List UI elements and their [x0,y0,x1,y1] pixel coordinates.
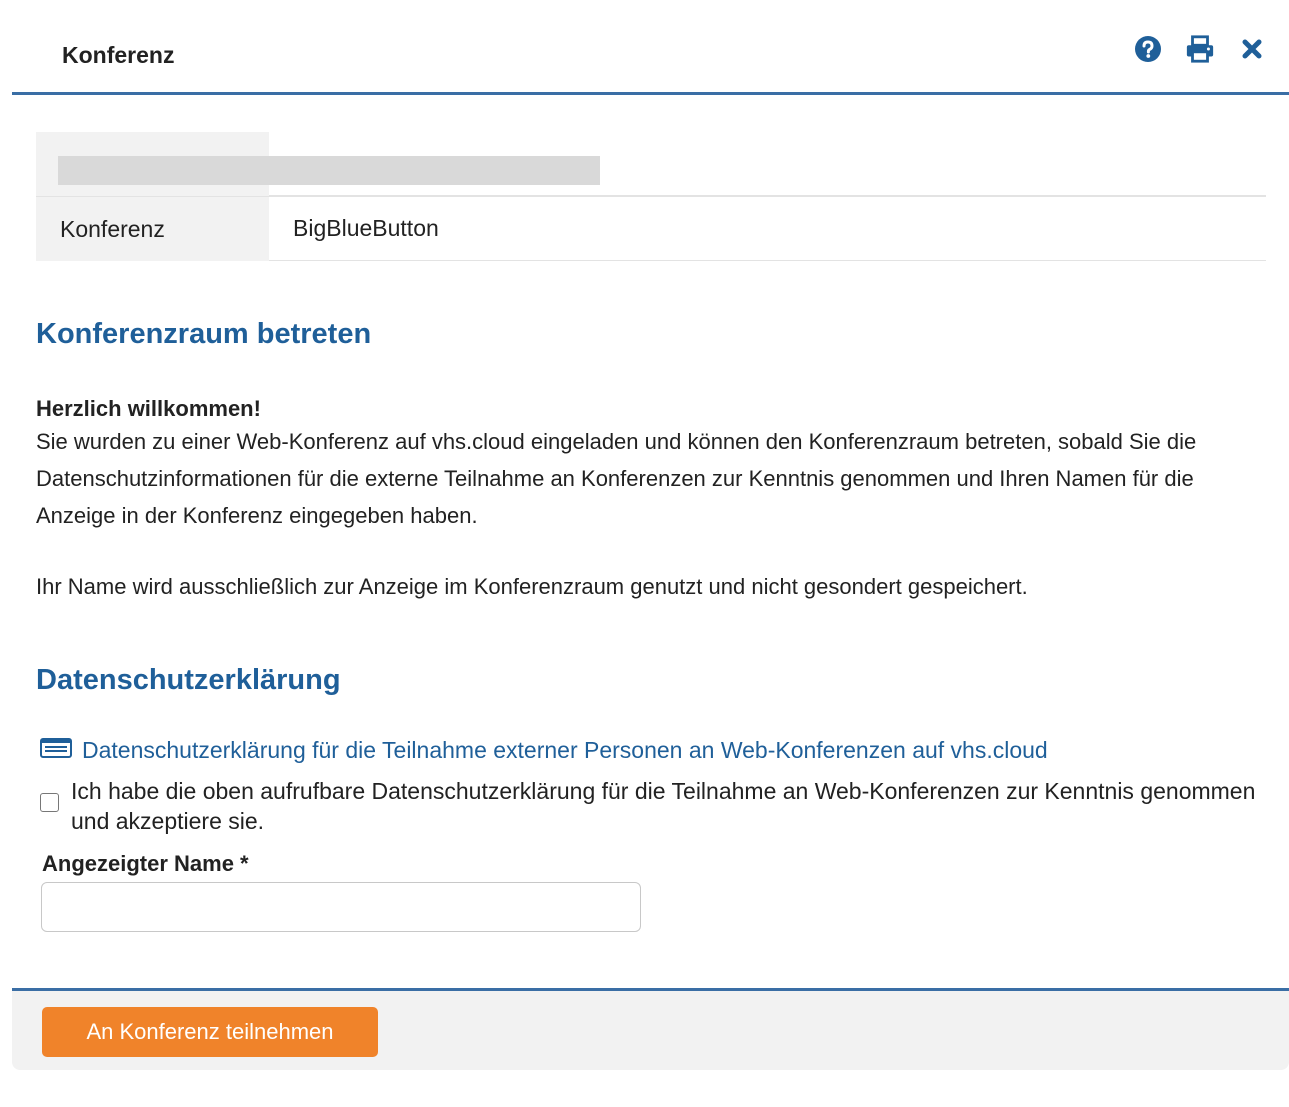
join-conference-button[interactable]: An Konferenz teilnehmen [42,1007,378,1057]
section-heading-join: Konferenzraum betreten [36,318,372,350]
print-icon[interactable] [1185,34,1215,64]
consent-label: Ich habe die oben aufrufbare Datenschutz… [71,778,1256,834]
intro-paragraph: Sie wurden zu einer Web-Konferenz auf vh… [36,429,1197,528]
conference-dialog: Konferenz Konferenz BigBlueButton Konfer… [12,0,1289,1070]
dialog-footer: An Konferenz teilnehmen [12,988,1289,1070]
info-label: Konferenz [36,197,269,261]
close-icon[interactable] [1237,34,1267,64]
help-icon[interactable] [1133,34,1163,64]
table-row: Konferenz BigBlueButton [36,196,1266,261]
display-name-input[interactable] [41,882,641,932]
redaction-bar [58,156,600,185]
document-icon [40,737,72,764]
conference-info-table: Konferenz BigBlueButton [36,132,1266,261]
name-notice-paragraph: Ihr Name wird ausschließlich zur Anzeige… [36,574,1028,599]
privacy-link-text[interactable]: Datenschutzerklärung für die Teilnahme e… [82,737,1048,764]
section-heading-privacy: Datenschutzerklärung [36,664,341,696]
privacy-policy-link[interactable]: Datenschutzerklärung für die Teilnahme e… [40,737,1048,764]
consent-checkbox[interactable] [40,793,59,812]
welcome-text: Herzlich willkommen! [36,396,261,421]
dialog-header: Konferenz [12,0,1289,95]
info-value: BigBlueButton [269,197,1266,261]
consent-row: Ich habe die oben aufrufbare Datenschutz… [40,776,1270,836]
header-actions [1133,34,1267,64]
display-name-label: Angezeigter Name * [42,851,249,876]
dialog-title: Konferenz [62,42,175,68]
